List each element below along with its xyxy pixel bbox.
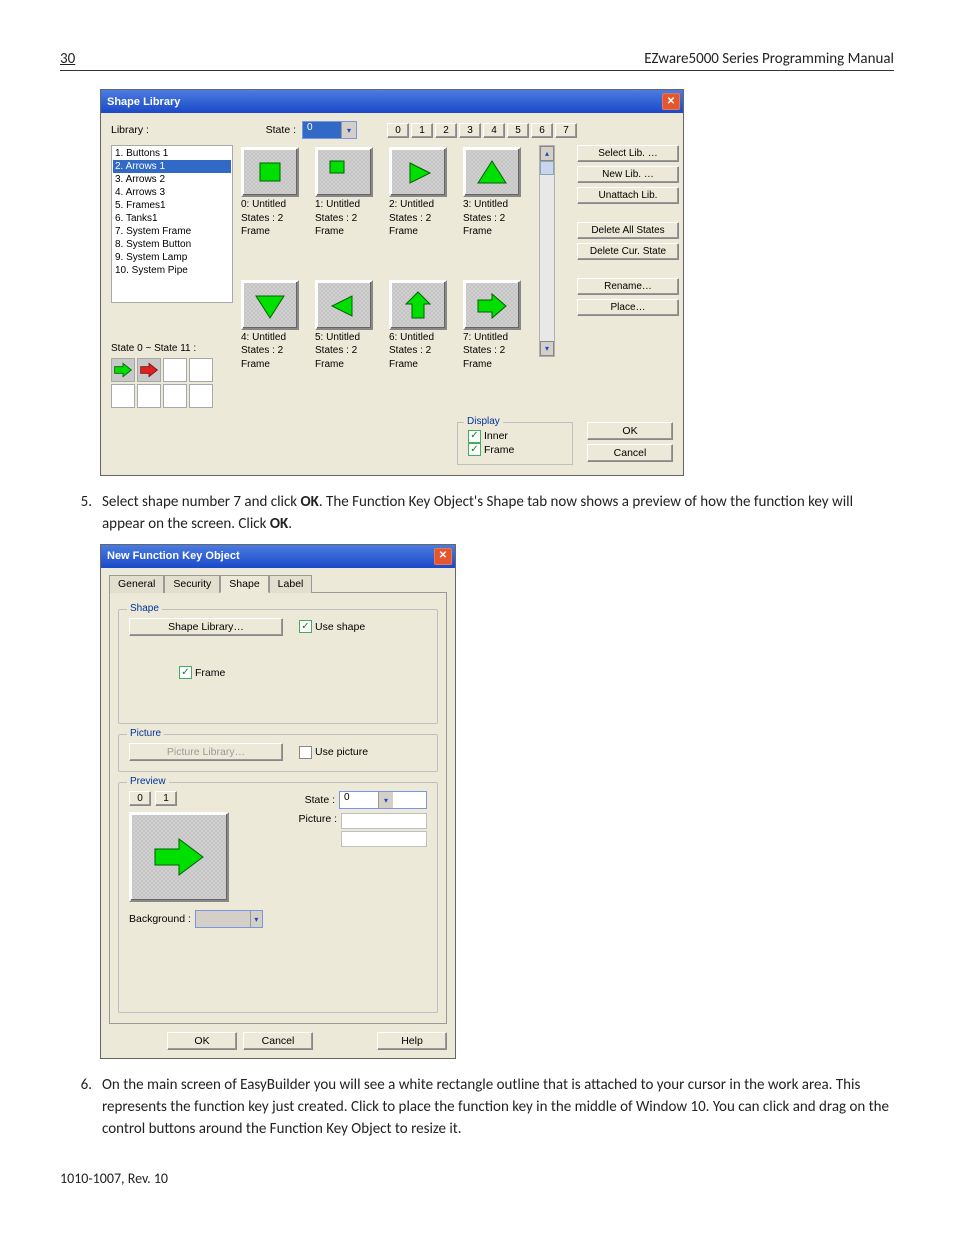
preview-state-1[interactable]: 1 xyxy=(155,791,177,806)
picture-field xyxy=(341,813,427,829)
scroll-up-icon[interactable]: ▴ xyxy=(540,146,554,161)
mini-state-cell[interactable] xyxy=(189,358,213,382)
state-btn-4[interactable]: 4 xyxy=(483,123,505,138)
side-button[interactable]: Rename… xyxy=(577,278,679,295)
shape-thumb[interactable]: 3: UntitledStates : 2Frame xyxy=(463,147,533,274)
tab-label[interactable]: Label xyxy=(269,575,313,593)
scroll-down-icon[interactable]: ▾ xyxy=(540,341,554,356)
side-button[interactable]: Select Lib. … xyxy=(577,145,679,162)
preview-thumbnail xyxy=(129,812,229,902)
state-btn-1[interactable]: 1 xyxy=(411,123,433,138)
picture-field2 xyxy=(341,831,427,847)
library-item[interactable]: 1. Buttons 1 xyxy=(113,147,231,160)
picture-label: Picture : xyxy=(298,813,337,825)
library-item[interactable]: 4. Arrows 3 xyxy=(113,186,231,199)
mini-state-cell[interactable] xyxy=(137,384,161,408)
state-btn-3[interactable]: 3 xyxy=(459,123,481,138)
shape-thumb[interactable]: 0: UntitledStates : 2Frame xyxy=(241,147,311,274)
ok-button[interactable]: OK xyxy=(587,422,673,440)
library-item[interactable]: 10. System Pipe xyxy=(113,264,231,277)
ok-button2[interactable]: OK xyxy=(167,1032,237,1050)
state-btn-7[interactable]: 7 xyxy=(555,123,577,138)
preview-state-0[interactable]: 0 xyxy=(129,791,151,806)
tab-shape[interactable]: Shape xyxy=(220,575,268,593)
preview-group-label: Preview xyxy=(127,776,169,787)
state-btn-6[interactable]: 6 xyxy=(531,123,553,138)
state-label2: State : xyxy=(305,794,335,806)
library-item[interactable]: 9. System Lamp xyxy=(113,251,231,264)
dialog-title: Shape Library xyxy=(107,96,180,108)
shape-library-dialog: Shape Library ✕ Library : State : 0▾ 012… xyxy=(100,89,684,476)
shape-thumb[interactable]: 4: UntitledStates : 2Frame xyxy=(241,280,311,407)
cancel-button2[interactable]: Cancel xyxy=(243,1032,313,1050)
shape-thumb[interactable]: 1: UntitledStates : 2Frame xyxy=(315,147,385,274)
display-group-label: Display xyxy=(464,416,503,427)
library-item[interactable]: 2. Arrows 1 xyxy=(113,160,231,173)
library-item[interactable]: 8. System Button xyxy=(113,238,231,251)
side-button[interactable]: New Lib. … xyxy=(577,166,679,183)
background-label: Background : xyxy=(129,913,191,925)
mini-state-cell[interactable] xyxy=(163,358,187,382)
shape-thumb[interactable]: 2: UntitledStates : 2Frame xyxy=(389,147,459,274)
state-label: State : xyxy=(266,124,296,136)
background-combo[interactable]: ▾ xyxy=(195,910,263,928)
state-combo[interactable]: 0▾ xyxy=(302,121,357,139)
thumb-scrollbar[interactable]: ▴ ▾ xyxy=(539,145,555,357)
function-key-dialog: New Function Key Object ✕ GeneralSecurit… xyxy=(100,544,456,1060)
footer: 1010-1007, Rev. 10 xyxy=(60,1170,894,1187)
shape-group-label: Shape xyxy=(127,603,162,614)
library-item[interactable]: 5. Frames1 xyxy=(113,199,231,212)
library-item[interactable]: 6. Tanks1 xyxy=(113,212,231,225)
dialog-title: New Function Key Object xyxy=(107,550,240,562)
library-label: Library : xyxy=(111,124,149,136)
use-shape-checkbox[interactable]: ✓Use shape xyxy=(299,620,365,633)
doc-title: EZware5000 Series Programming Manual xyxy=(644,50,894,68)
shape-thumb[interactable]: 6: UntitledStates : 2Frame xyxy=(389,280,459,407)
cancel-button[interactable]: Cancel xyxy=(587,444,673,462)
step-text: On the main screen of EasyBuilder you wi… xyxy=(102,1075,894,1140)
mini-state-cell[interactable] xyxy=(137,358,161,382)
shape-thumb[interactable]: 7: UntitledStates : 2Frame xyxy=(463,280,533,407)
library-list[interactable]: 1. Buttons 12. Arrows 13. Arrows 24. Arr… xyxy=(111,145,233,303)
inner-checkbox[interactable]: ✓Inner xyxy=(468,430,508,443)
state-range-label: State 0 ~ State 11 : xyxy=(111,343,233,354)
side-button[interactable]: Delete Cur. State xyxy=(577,243,679,260)
state-btn-2[interactable]: 2 xyxy=(435,123,457,138)
help-button[interactable]: Help xyxy=(377,1032,447,1050)
page-number: 30 xyxy=(60,50,75,68)
picture-library-button[interactable]: Picture Library… xyxy=(129,743,283,761)
mini-state-cell[interactable] xyxy=(189,384,213,408)
tab-general[interactable]: General xyxy=(109,575,164,593)
tab-security[interactable]: Security xyxy=(164,575,220,593)
library-item[interactable]: 3. Arrows 2 xyxy=(113,173,231,186)
side-button[interactable]: Delete All States xyxy=(577,222,679,239)
step-number: 6. xyxy=(60,1075,102,1140)
close-icon[interactable]: ✕ xyxy=(434,548,452,565)
close-icon[interactable]: ✕ xyxy=(662,93,680,110)
use-picture-checkbox[interactable]: Use picture xyxy=(299,746,368,759)
step-number: 5. xyxy=(60,492,102,536)
mini-state-cell[interactable] xyxy=(111,358,135,382)
frame-checkbox2[interactable]: ✓Frame xyxy=(179,666,225,679)
shape-library-button[interactable]: Shape Library… xyxy=(129,618,283,636)
mini-state-cell[interactable] xyxy=(163,384,187,408)
side-button[interactable]: Place… xyxy=(577,299,679,316)
shape-thumb[interactable]: 5: UntitledStates : 2Frame xyxy=(315,280,385,407)
state-btn-5[interactable]: 5 xyxy=(507,123,529,138)
state-combo2[interactable]: 0▾ xyxy=(339,791,427,809)
frame-checkbox[interactable]: ✓Frame xyxy=(468,443,514,456)
library-item[interactable]: 7. System Frame xyxy=(113,225,231,238)
side-button[interactable]: Unattach Lib. xyxy=(577,187,679,204)
step-text: Select shape number 7 and click OK. The … xyxy=(102,492,894,536)
state-btn-0[interactable]: 0 xyxy=(387,123,409,138)
mini-state-cell[interactable] xyxy=(111,384,135,408)
picture-group-label: Picture xyxy=(127,728,164,739)
